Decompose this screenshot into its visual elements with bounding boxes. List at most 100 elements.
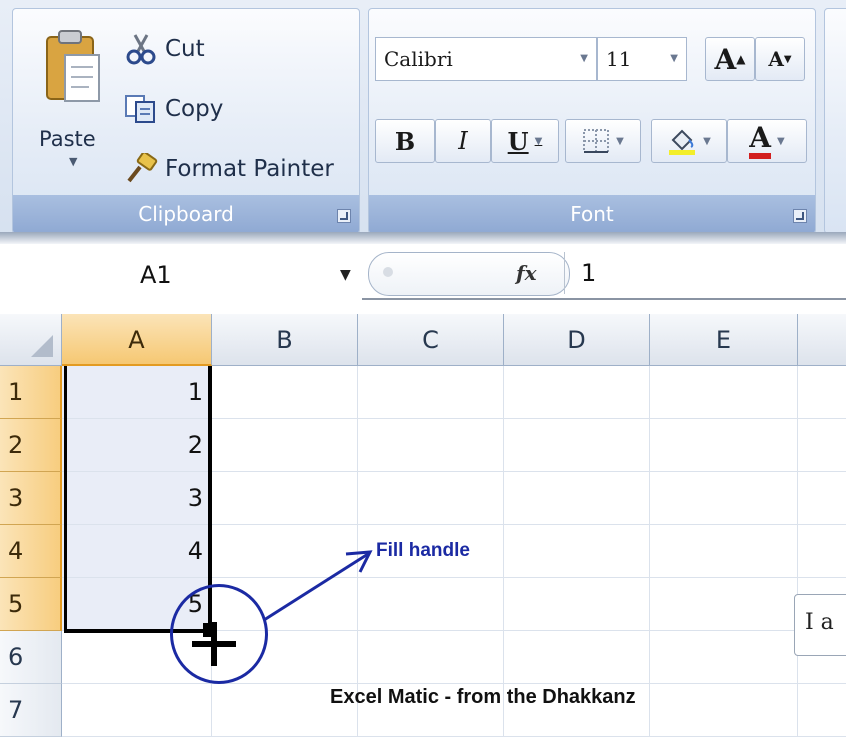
cell-d1[interactable] xyxy=(504,366,650,419)
name-box[interactable]: A1 xyxy=(0,252,362,298)
caret-down-icon: ▼ xyxy=(783,53,792,65)
cell-a3[interactable]: 3 xyxy=(62,472,212,525)
chevron-down-icon[interactable]: ▼ xyxy=(69,155,77,168)
cut-label: Cut xyxy=(165,36,205,62)
cell-d2[interactable] xyxy=(504,419,650,472)
font-name-value: Calibri xyxy=(384,47,453,71)
caret-up-icon: ▲ xyxy=(736,52,746,66)
cell-a2[interactable]: 2 xyxy=(62,419,212,472)
dialog-launcher-icon[interactable] xyxy=(793,209,807,223)
cell-c6[interactable] xyxy=(358,631,504,684)
chevron-down-icon[interactable]: ▼ xyxy=(777,136,785,147)
cut-button[interactable]: Cut xyxy=(123,31,205,67)
clipboard-group: Paste ▼ Cut Copy Format Painter Clipboar… xyxy=(12,8,360,234)
formula-underline xyxy=(362,298,846,300)
format-painter-label: Format Painter xyxy=(165,156,334,182)
next-group-edge xyxy=(824,8,846,234)
cell-d3[interactable] xyxy=(504,472,650,525)
formula-bar: A1 ▼ fx 1 xyxy=(0,244,846,306)
column-header-b[interactable]: B xyxy=(212,314,358,366)
cell-d4[interactable] xyxy=(504,525,650,578)
clipboard-group-label: Clipboard xyxy=(13,195,359,233)
grow-font-button[interactable]: A ▲ xyxy=(705,37,755,81)
shrink-font-button[interactable]: A ▼ xyxy=(755,37,805,81)
font-color-icon: A xyxy=(749,123,772,159)
chevron-down-icon[interactable]: ▼ xyxy=(535,136,543,147)
cell-e1[interactable] xyxy=(650,366,798,419)
dialog-launcher-icon[interactable] xyxy=(337,209,351,223)
cell-e4[interactable] xyxy=(650,525,798,578)
cell-d6[interactable] xyxy=(504,631,650,684)
row-header-5[interactable]: 5 xyxy=(0,578,62,631)
cell-a7[interactable] xyxy=(62,684,212,737)
shrink-font-icon: A xyxy=(768,47,784,71)
cell-e7[interactable] xyxy=(650,684,798,737)
cell-b3[interactable] xyxy=(212,472,358,525)
row-header-2[interactable]: 2 xyxy=(0,419,62,472)
underline-button[interactable]: U ▼ xyxy=(491,119,559,163)
italic-button[interactable]: I xyxy=(435,119,491,163)
borders-icon xyxy=(583,129,610,153)
copy-button[interactable]: Copy xyxy=(123,91,223,127)
cell-f2-partial[interactable] xyxy=(798,419,846,472)
cell-d5[interactable] xyxy=(504,578,650,631)
font-size-select[interactable]: 11 ▼ xyxy=(597,37,687,81)
borders-button[interactable]: ▼ xyxy=(565,119,641,163)
chevron-down-icon[interactable]: ▼ xyxy=(340,252,351,298)
cell-b2[interactable] xyxy=(212,419,358,472)
column-header-f-partial[interactable] xyxy=(798,314,846,366)
chevron-down-icon[interactable]: ▼ xyxy=(580,38,588,80)
column-header-d[interactable]: D xyxy=(504,314,650,366)
row-header-4[interactable]: 4 xyxy=(0,525,62,578)
cell-f4-partial[interactable] xyxy=(798,525,846,578)
cell-e3[interactable] xyxy=(650,472,798,525)
cell-e6[interactable] xyxy=(650,631,798,684)
column-header-c[interactable]: C xyxy=(358,314,504,366)
bold-icon: B xyxy=(394,126,416,156)
column-header-e[interactable]: E xyxy=(650,314,798,366)
grow-font-icon: A xyxy=(714,42,737,76)
cell-f7-partial[interactable] xyxy=(798,684,846,737)
cell-c3[interactable] xyxy=(358,472,504,525)
column-header-a[interactable]: A xyxy=(62,314,212,366)
copy-icon xyxy=(125,95,155,123)
fill-handle-callout: Fill handle xyxy=(376,540,470,561)
cell-b1[interactable] xyxy=(212,366,358,419)
cell-e5[interactable] xyxy=(650,578,798,631)
insert-function-button[interactable]: fx xyxy=(516,252,537,294)
row-header-7[interactable]: 7 xyxy=(0,684,62,737)
worksheet-grid: A B C D E 1 2 3 4 5 6 7 1 2 3 4 5 Fill h… xyxy=(0,314,846,748)
cell-a4[interactable]: 4 xyxy=(62,525,212,578)
cell-f3-partial[interactable] xyxy=(798,472,846,525)
formula-input[interactable]: 1 xyxy=(564,252,596,294)
paintbrush-icon xyxy=(127,153,158,183)
font-name-select[interactable]: Calibri ▼ xyxy=(375,37,597,81)
highlight-circle xyxy=(170,584,268,684)
formula-controls xyxy=(368,252,570,296)
cell-e2[interactable] xyxy=(650,419,798,472)
font-group: Calibri ▼ 11 ▼ A ▲ A ▼ B I U ▼ ▼ ▼ A ▼ F… xyxy=(368,8,816,234)
format-painter-button[interactable]: Format Painter xyxy=(123,151,334,187)
font-group-label: Font xyxy=(369,195,815,233)
ribbon-divider xyxy=(0,232,846,244)
paste-button[interactable]: Paste ▼ xyxy=(25,19,105,189)
paste-icon xyxy=(46,30,100,102)
copy-label: Copy xyxy=(165,96,224,122)
row-header-1[interactable]: 1 xyxy=(0,366,62,419)
row-header-6[interactable]: 6 xyxy=(0,631,62,684)
underline-icon: U xyxy=(507,126,529,156)
bold-button[interactable]: B xyxy=(375,119,435,163)
cell-a1[interactable]: 1 xyxy=(62,366,212,419)
chevron-down-icon[interactable]: ▼ xyxy=(616,136,624,147)
fill-color-button[interactable]: ▼ xyxy=(651,119,727,163)
arrow-icon xyxy=(263,550,373,622)
cell-c2[interactable] xyxy=(358,419,504,472)
ribbon: Paste ▼ Cut Copy Format Painter Clipboar… xyxy=(0,0,846,240)
row-header-3[interactable]: 3 xyxy=(0,472,62,525)
chevron-down-icon[interactable]: ▼ xyxy=(703,136,711,147)
select-all-button[interactable] xyxy=(0,314,62,366)
cell-c1[interactable] xyxy=(358,366,504,419)
font-color-button[interactable]: A ▼ xyxy=(727,119,807,163)
chevron-down-icon[interactable]: ▼ xyxy=(670,38,678,80)
cell-f1-partial[interactable] xyxy=(798,366,846,419)
